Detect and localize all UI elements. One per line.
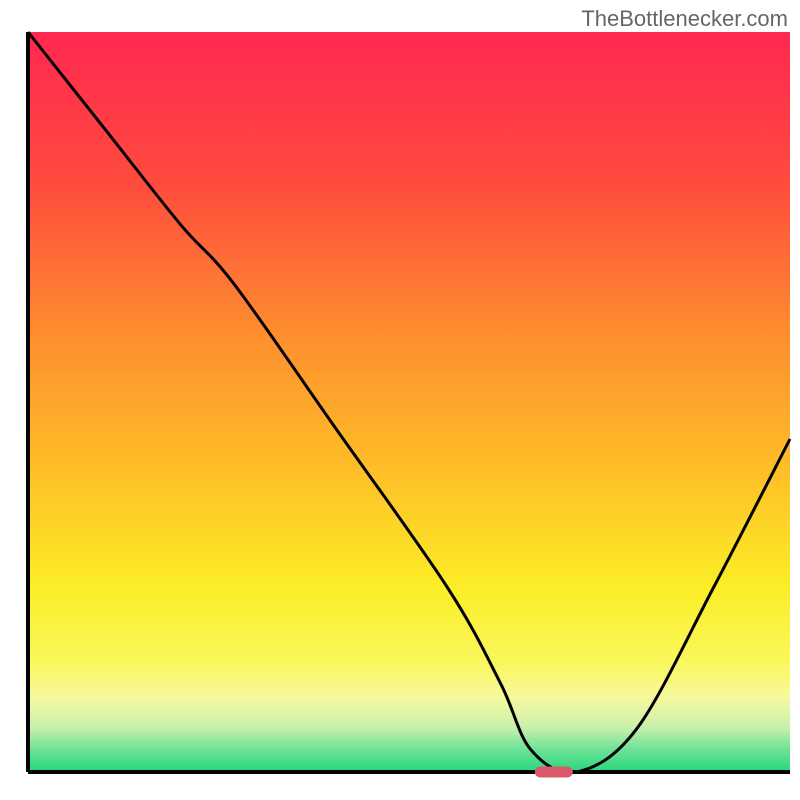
chart-svg — [0, 0, 800, 800]
watermark-text: TheBottleneсker.com — [581, 6, 788, 32]
chart-container: TheBottleneсker.com — [0, 0, 800, 800]
optimum-marker — [535, 766, 573, 777]
